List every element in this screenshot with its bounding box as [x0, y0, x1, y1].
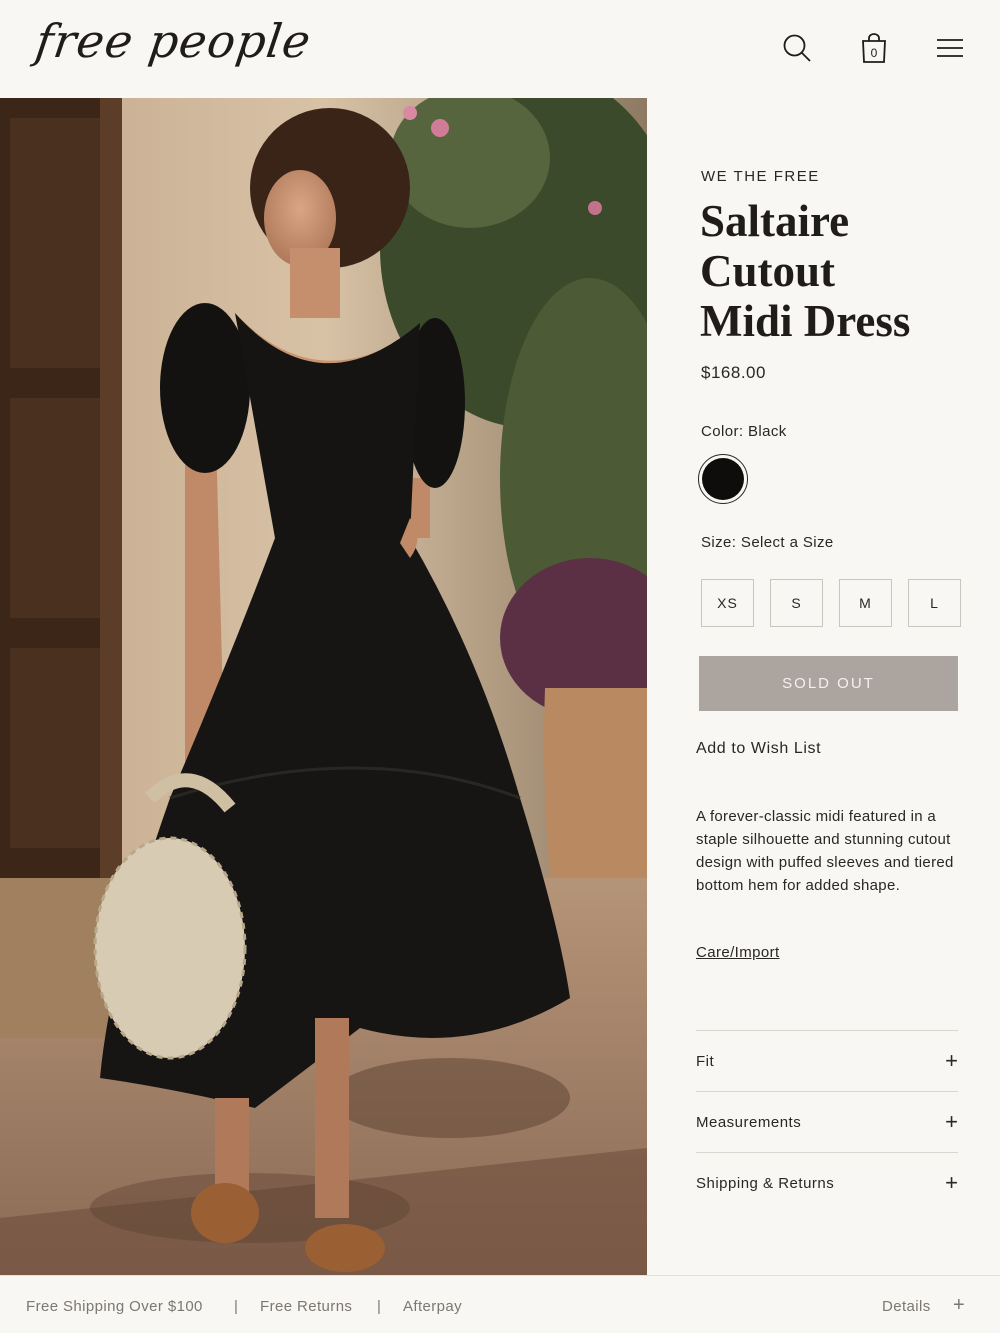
- brand-logo[interactable]: free people: [32, 14, 314, 68]
- search-icon[interactable]: [779, 30, 815, 66]
- plus-icon: +: [945, 1048, 958, 1073]
- size-label: Size: Select a Size: [701, 534, 834, 551]
- product-photo: [0, 98, 647, 1275]
- size-option-l[interactable]: L: [908, 579, 961, 627]
- accordion-label: Measurements: [696, 1113, 802, 1131]
- promo-separator: |: [377, 1298, 382, 1315]
- product-title-line: Cutout: [700, 246, 836, 296]
- plus-icon: +: [945, 1170, 958, 1195]
- promo-afterpay: Afterpay: [403, 1298, 463, 1315]
- product-price: $168.00: [701, 363, 766, 382]
- product-description: A forever-classic midi featured in a sta…: [696, 808, 954, 894]
- details-link[interactable]: Details: [882, 1298, 931, 1315]
- promo-free-shipping: Free Shipping Over $100: [26, 1298, 203, 1315]
- product-title-line: Saltaire: [700, 196, 850, 246]
- sold-out-button[interactable]: SOLD OUT: [699, 656, 958, 711]
- size-option-xs[interactable]: XS: [701, 579, 754, 627]
- hamburger-menu-icon[interactable]: [932, 30, 968, 66]
- size-option-m[interactable]: M: [839, 579, 892, 627]
- size-option-s[interactable]: S: [770, 579, 823, 627]
- shopping-bag-icon[interactable]: 0: [856, 30, 892, 66]
- accordion-shipping-returns[interactable]: Shipping & Returns +: [696, 1152, 958, 1213]
- care-import-link[interactable]: Care/Import: [696, 944, 780, 961]
- plus-icon[interactable]: +: [953, 1294, 965, 1317]
- accordion-label: Fit: [696, 1052, 715, 1070]
- bag-count: 0: [871, 46, 878, 60]
- product-title-line: Midi Dress: [700, 296, 911, 346]
- size-options: XS S M L: [701, 579, 961, 627]
- plus-icon: +: [945, 1109, 958, 1134]
- accordion-label: Shipping & Returns: [696, 1174, 835, 1192]
- swatch-fill: [702, 458, 744, 500]
- promo-bar: Free Shipping Over $100 | Free Returns |…: [0, 1275, 1000, 1333]
- color-swatch-black[interactable]: [698, 454, 748, 504]
- product-title: Saltaire Cutout Midi Dress: [700, 196, 990, 346]
- accordion-measurements[interactable]: Measurements +: [696, 1091, 958, 1152]
- color-label: Color: Black: [701, 423, 787, 440]
- promo-free-returns: Free Returns: [260, 1298, 353, 1315]
- add-to-wishlist-link[interactable]: Add to Wish List: [696, 740, 821, 758]
- promo-separator: |: [234, 1298, 239, 1315]
- product-brand[interactable]: WE THE FREE: [701, 168, 820, 185]
- site-header: free people 0: [0, 0, 1000, 98]
- accordion-fit[interactable]: Fit +: [696, 1030, 958, 1091]
- product-details-panel: WE THE FREE Saltaire Cutout Midi Dress $…: [647, 98, 1000, 1275]
- details-accordion: Fit + Measurements + Shipping & Returns …: [696, 1030, 958, 1213]
